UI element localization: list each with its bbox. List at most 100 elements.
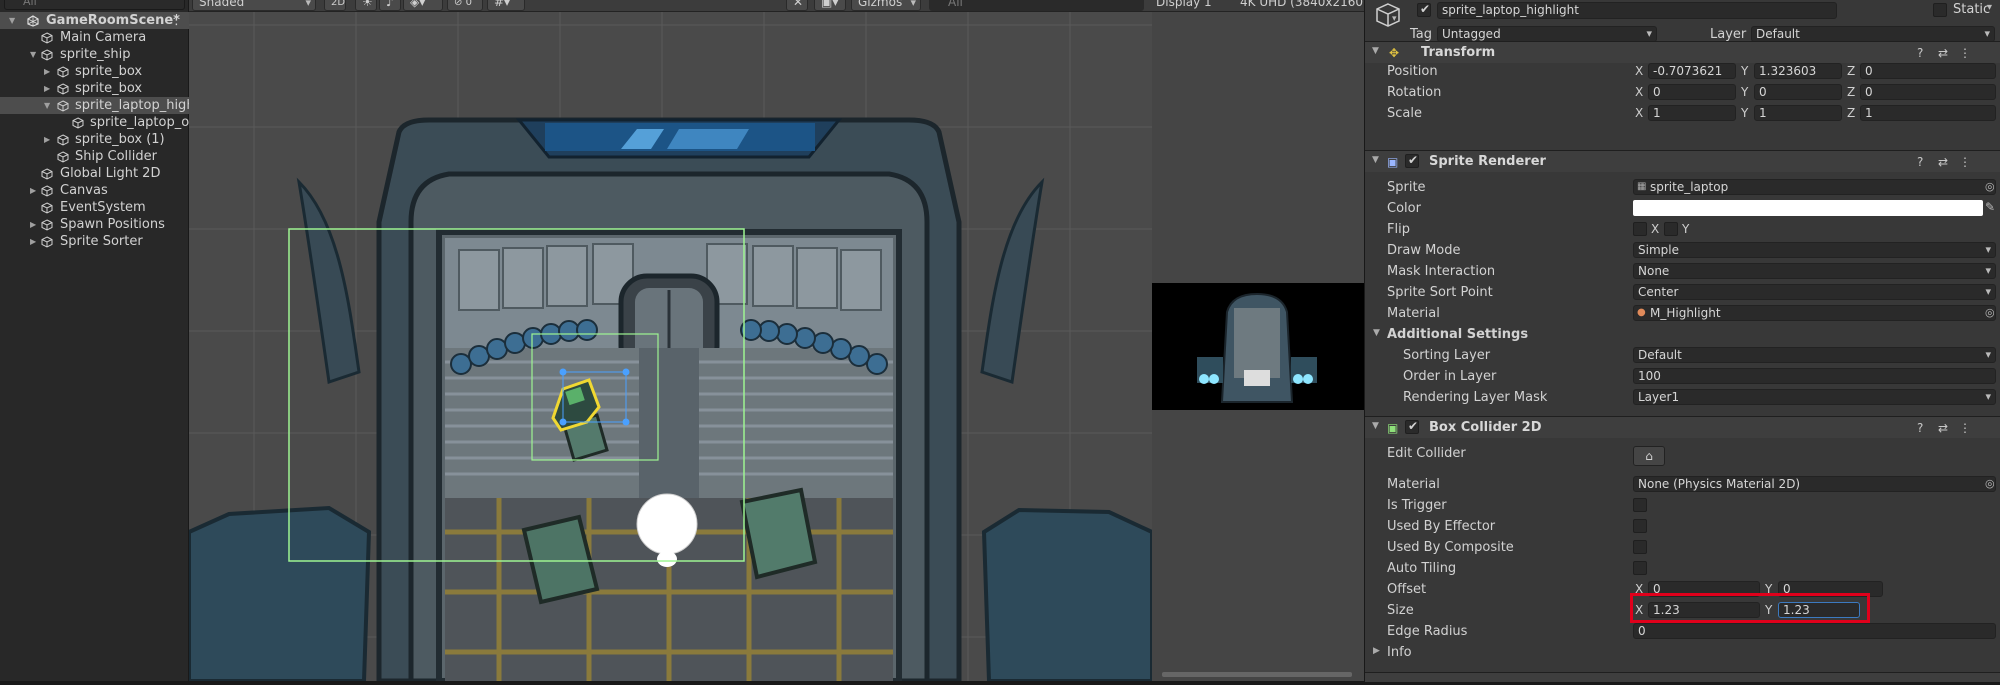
- sorting-layer-dropdown[interactable]: Default: [1633, 347, 1996, 363]
- hierarchy-item-sprite-laptop-highlight[interactable]: ▼ sprite_laptop_highli: [0, 97, 189, 114]
- sprite-object-field[interactable]: ▦ sprite_laptop: [1633, 179, 1996, 195]
- flip-x-checkbox[interactable]: [1633, 222, 1647, 236]
- additional-settings-label[interactable]: Additional Settings: [1387, 327, 1528, 342]
- color-swatch[interactable]: [1633, 200, 1983, 216]
- size-x-field[interactable]: 1.23: [1648, 602, 1760, 618]
- help-icon[interactable]: ?: [1917, 421, 1923, 435]
- hierarchy-item-sprite-box[interactable]: ▶ sprite_box: [0, 63, 189, 80]
- hierarchy-item-scene[interactable]: ▼ GameRoomScene* ⋮: [0, 12, 189, 29]
- resolution-dropdown[interactable]: 4K UHD (3840x2160: [1240, 0, 1363, 8]
- static-checkbox[interactable]: [1933, 3, 1947, 17]
- used-by-composite-checkbox[interactable]: [1633, 540, 1647, 554]
- sprite-renderer-header[interactable]: ▼ ▣ ✔ Sprite Renderer ? ⇄ ⋮: [1365, 150, 2000, 172]
- rendering-layer-mask-dropdown[interactable]: Layer1: [1633, 389, 1996, 405]
- scene-canvas[interactable]: [189, 12, 1152, 681]
- mask-interaction-dropdown[interactable]: None: [1633, 263, 1996, 279]
- rotation-y-field[interactable]: 0: [1754, 84, 1842, 100]
- tools-icon[interactable]: ✕: [786, 0, 808, 11]
- hierarchy-item-sprite-box-1[interactable]: ▶ sprite_box (1): [0, 131, 189, 148]
- expand-arrow-icon[interactable]: ▼: [44, 97, 54, 114]
- hierarchy-item-ship-collider[interactable]: Ship Collider: [0, 148, 189, 165]
- active-checkbox[interactable]: ✔: [1417, 2, 1431, 17]
- collapse-arrow-icon[interactable]: ▶: [30, 182, 40, 199]
- hierarchy-item-eventsystem[interactable]: EventSystem: [0, 199, 189, 216]
- scene-search-input[interactable]: All: [929, 0, 1144, 11]
- edit-collider-button[interactable]: ⌂: [1633, 446, 1665, 466]
- order-in-layer-field[interactable]: 100: [1633, 368, 1996, 384]
- icon-dropdown-arrow-icon[interactable]: ▾: [1392, 14, 1397, 24]
- gizmos-dropdown[interactable]: Gizmos: [851, 0, 921, 11]
- transform-header[interactable]: ▼ ✥ Transform ? ⇄ ⋮: [1365, 41, 2000, 63]
- box-collider-header[interactable]: ▼ ▣ ✔ Box Collider 2D ? ⇄ ⋮: [1365, 416, 2000, 438]
- size-y-field[interactable]: 1.23: [1778, 602, 1860, 618]
- hierarchy-search-input[interactable]: All: [4, 0, 185, 10]
- layer-dropdown[interactable]: Default: [1751, 26, 1995, 42]
- tag-dropdown[interactable]: Untagged: [1437, 26, 1657, 42]
- scale-z-field[interactable]: 1: [1860, 105, 1996, 121]
- hierarchy-item-sprite-box-2[interactable]: ▶ sprite_box: [0, 80, 189, 97]
- rotation-x-field[interactable]: 0: [1648, 84, 1736, 100]
- draw-mode-dropdown[interactable]: Simple: [1633, 242, 1996, 258]
- hierarchy-item-sprite-sorter[interactable]: ▶ Sprite Sorter: [0, 233, 189, 250]
- collapse-arrow-icon[interactable]: ▶: [44, 80, 54, 97]
- fold-arrow-icon[interactable]: ▼: [1373, 328, 1380, 338]
- hierarchy-item-sprite-laptop-out[interactable]: sprite_laptop_out: [0, 114, 189, 131]
- hierarchy-item-global-light[interactable]: Global Light 2D: [0, 165, 189, 182]
- component-menu-icon[interactable]: ⋮: [1959, 46, 1971, 60]
- edge-radius-field[interactable]: 0: [1633, 623, 1996, 639]
- audio-toggle-icon[interactable]: ♪: [379, 0, 401, 11]
- sprite-renderer-enabled-checkbox[interactable]: ✔: [1405, 153, 1419, 168]
- object-picker-icon[interactable]: ◎: [1985, 477, 1995, 490]
- mode-2d-button[interactable]: 2D: [324, 0, 346, 11]
- display-dropdown[interactable]: Display 1: [1156, 0, 1212, 8]
- position-z-field[interactable]: 0: [1860, 63, 1996, 79]
- object-picker-icon[interactable]: ◎: [1985, 306, 1995, 319]
- auto-tiling-checkbox[interactable]: [1633, 561, 1647, 575]
- hierarchy-item-sprite-ship[interactable]: ▼ sprite_ship: [0, 46, 189, 63]
- is-trigger-checkbox[interactable]: [1633, 498, 1647, 512]
- hierarchy-item-canvas[interactable]: ▶ Canvas: [0, 182, 189, 199]
- presets-icon[interactable]: ⇄: [1938, 46, 1948, 60]
- lighting-toggle-icon[interactable]: ☀: [355, 0, 377, 11]
- eyedropper-icon[interactable]: ✎: [1985, 200, 1995, 214]
- sprite-sort-point-dropdown[interactable]: Center: [1633, 284, 1996, 300]
- position-x-field[interactable]: -0.7073621: [1648, 63, 1736, 79]
- help-icon[interactable]: ?: [1917, 46, 1923, 60]
- effects-dropdown-icon[interactable]: ◈▾: [403, 0, 443, 11]
- expand-arrow-icon[interactable]: ▼: [30, 46, 40, 63]
- fold-arrow-icon[interactable]: ▼: [1372, 155, 1379, 165]
- position-y-field[interactable]: 1.323603: [1754, 63, 1842, 79]
- material-object-field[interactable]: ● M_Highlight: [1633, 305, 1996, 321]
- scale-x-field[interactable]: 1: [1648, 105, 1736, 121]
- collapse-arrow-icon[interactable]: ▶: [30, 216, 40, 233]
- component-menu-icon[interactable]: ⋮: [1959, 421, 1971, 435]
- object-picker-icon[interactable]: ◎: [1985, 180, 1995, 193]
- rotation-z-field[interactable]: 0: [1860, 84, 1996, 100]
- camera-dropdown-icon[interactable]: ▣▾: [814, 0, 846, 11]
- game-scrollbar[interactable]: [1162, 672, 1352, 677]
- collapse-arrow-icon[interactable]: ▶: [44, 131, 54, 148]
- hierarchy-item-spawn-positions[interactable]: ▶ Spawn Positions: [0, 216, 189, 233]
- hidden-objects-button[interactable]: ⊘ 0: [447, 0, 483, 11]
- info-foldout-label[interactable]: Info: [1387, 645, 1412, 660]
- fold-arrow-icon[interactable]: ▼: [1372, 46, 1379, 56]
- hierarchy-item-main-camera[interactable]: Main Camera: [0, 29, 189, 46]
- shading-mode-dropdown[interactable]: Shaded: [192, 0, 316, 11]
- flip-y-checkbox[interactable]: [1664, 222, 1678, 236]
- expand-arrow-icon[interactable]: ▼: [9, 12, 19, 29]
- expand-arrow-icon[interactable]: ▶: [1373, 646, 1380, 656]
- presets-icon[interactable]: ⇄: [1938, 421, 1948, 435]
- grid-dropdown-icon[interactable]: #▾: [487, 0, 525, 11]
- collapse-arrow-icon[interactable]: ▶: [44, 63, 54, 80]
- physics-material-field[interactable]: None (Physics Material 2D): [1633, 476, 1996, 492]
- scale-y-field[interactable]: 1: [1754, 105, 1842, 121]
- game-view[interactable]: [1152, 12, 1364, 681]
- scene-view[interactable]: [189, 12, 1152, 681]
- box-collider-enabled-checkbox[interactable]: ✔: [1405, 419, 1419, 434]
- scene-menu-icon[interactable]: ⋮: [170, 12, 183, 29]
- object-name-field[interactable]: sprite_laptop_highlight: [1437, 2, 1837, 19]
- static-dropdown-arrow-icon[interactable]: ▾: [1987, 2, 1992, 13]
- used-by-effector-checkbox[interactable]: [1633, 519, 1647, 533]
- component-menu-icon[interactable]: ⋮: [1959, 155, 1971, 169]
- presets-icon[interactable]: ⇄: [1938, 155, 1948, 169]
